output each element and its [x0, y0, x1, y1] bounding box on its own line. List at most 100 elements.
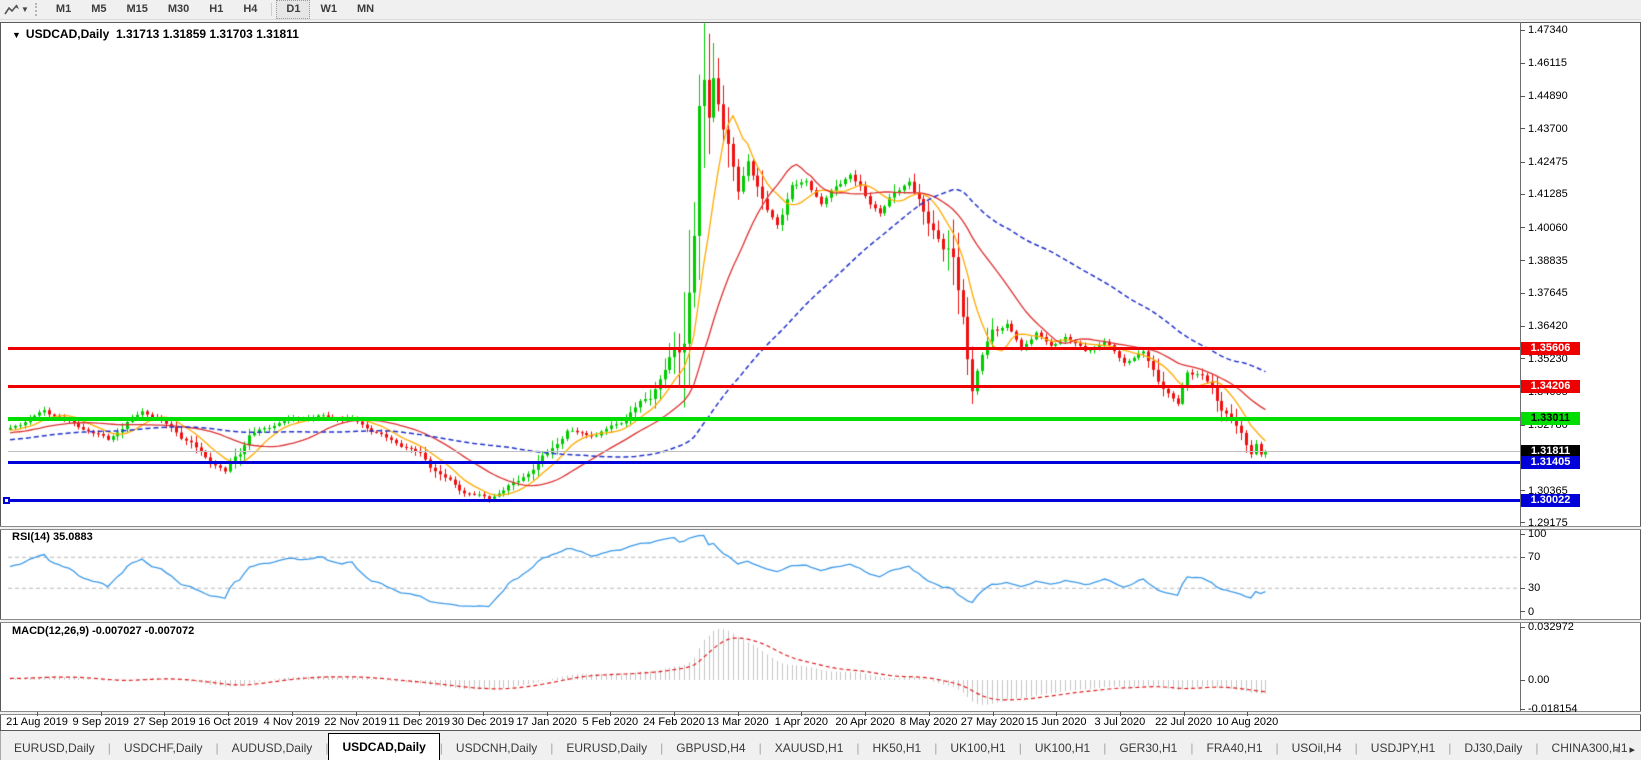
price-axis-label: 1.43700: [1528, 122, 1568, 135]
date-axis-label: 30 Dec 2019: [451, 716, 515, 728]
date-axis-label: 20 Apr 2020: [835, 716, 895, 728]
tab-usdcnh-daily[interactable]: USDCNH,Daily: [443, 737, 550, 760]
price-axis-tick: [1520, 260, 1525, 262]
ohlc-open: 1.31713: [115, 27, 160, 41]
date-axis-label: 22 Jul 2020: [1155, 716, 1213, 728]
tab-gbpusd-h4[interactable]: GBPUSD,H4: [663, 737, 758, 760]
price-axis-border: [1520, 22, 1521, 712]
price-axis-label: 1.42475: [1528, 156, 1568, 169]
price-axis-label: 1.46115: [1528, 57, 1567, 70]
macd-label: MACD(12,26,9) -0.007027 -0.007072: [12, 625, 195, 637]
date-axis-label: 1 Apr 2020: [774, 716, 828, 728]
date-axis-label: 22 Nov 2019: [324, 716, 387, 728]
price-axis-label: 1.37645: [1528, 287, 1568, 300]
main-rsi-separator[interactable]: [0, 526, 1641, 530]
ohlc-high: 1.31859: [162, 27, 207, 41]
price-axis-label: 1.40060: [1528, 221, 1568, 234]
price-axis-tick: [1520, 522, 1525, 524]
tab-hk50-h1[interactable]: HK50,H1: [860, 737, 935, 760]
rsi-macd-separator[interactable]: [0, 619, 1641, 623]
date-axis-label: 24 Feb 2020: [643, 716, 705, 728]
date-axis-label: 16 Oct 2019: [198, 716, 259, 728]
tab-eurusd-daily[interactable]: EURUSD,Daily: [1, 737, 108, 760]
support-line[interactable]: [8, 460, 1520, 464]
rsi-axis-label: 100: [1528, 528, 1547, 540]
rsi-label: RSI(14) 35.0883: [12, 531, 93, 543]
rsi-axis-label: 30: [1528, 582, 1541, 595]
price-axis-label: 1.41285: [1528, 188, 1568, 201]
date-axis-label: 15 Jun 2020: [1025, 716, 1087, 728]
rsi-axis-tick: [1520, 611, 1525, 612]
macd-axis-label: 0.00: [1528, 674, 1550, 686]
rsi-axis-tick: [1520, 587, 1525, 589]
rsi-axis-label: 0: [1528, 605, 1535, 618]
price-axis-tick: [1520, 193, 1525, 195]
support-line[interactable]: [8, 498, 1520, 502]
tab-audusd-daily[interactable]: AUDUSD,Daily: [219, 737, 326, 760]
tab-uk100-h1[interactable]: UK100,H1: [937, 737, 1018, 760]
price-axis-tick: [1520, 358, 1525, 360]
price-axis-tick: [1520, 95, 1525, 97]
resistance-line[interactable]: [8, 384, 1520, 388]
chart-canvas[interactable]: [0, 0, 1641, 760]
price-axis-tick: [1520, 292, 1525, 294]
rsi-axis-label: 70: [1528, 551, 1541, 564]
price-axis-label: 1.36420: [1528, 320, 1568, 333]
price-axis-label: 1.44890: [1528, 90, 1568, 103]
price-axis-tick: [1520, 128, 1525, 130]
date-axis-label: 21 Aug 2019: [6, 716, 68, 728]
price-axis-tick: [1520, 227, 1525, 229]
mt4-terminal: ▼ M1M5M15M30H1H4D1W1MN ▼USDCAD,Daily 1.3…: [0, 0, 1641, 760]
price-axis-tick: [1520, 490, 1525, 492]
tab-dj30-daily[interactable]: DJ30,Daily: [1451, 737, 1535, 760]
macd-axis-tick: [1520, 708, 1525, 710]
price-axis-label: 1.38835: [1528, 254, 1568, 267]
tab-scroll-left-icon[interactable]: ◂: [1614, 743, 1620, 756]
date-axis-label: 10 Aug 2020: [1216, 716, 1279, 728]
tab-fra40-h1[interactable]: FRA40,H1: [1193, 737, 1275, 760]
price-axis-label: 1.47340: [1528, 24, 1568, 36]
price-axis-tick: [1520, 161, 1525, 163]
chart-context-arrow-icon[interactable]: ▼: [12, 30, 21, 40]
date-axis-label: 27 May 2020: [960, 716, 1025, 728]
macd-axis-label: -0.018154: [1528, 703, 1578, 716]
rsi-axis-tick: [1520, 556, 1525, 558]
price-axis-tick: [1520, 29, 1525, 31]
date-axis-label: 13 Mar 2020: [706, 716, 769, 728]
macd-axis-label: 0.032972: [1528, 621, 1574, 634]
ohlc-low: 1.31703: [209, 27, 253, 41]
date-axis-label: 8 May 2020: [900, 716, 958, 728]
price-tag-133011: 1.33011: [1521, 412, 1580, 426]
date-axis-label: 11 Dec 2019: [388, 716, 450, 728]
date-axis-label: 5 Feb 2020: [582, 716, 639, 728]
line-drag-handle[interactable]: [3, 496, 10, 504]
price-axis-tick: [1520, 325, 1525, 327]
support-line[interactable]: [8, 416, 1520, 421]
price-tag-130022: 1.30022: [1521, 493, 1580, 507]
chart-symbol: USDCAD,Daily: [25, 27, 110, 41]
macd-axis-tick: [1520, 679, 1525, 681]
tab-usdchf-daily[interactable]: USDCHF,Daily: [111, 737, 216, 760]
tab-scroll-right-icon[interactable]: ▸: [1629, 743, 1635, 756]
rsi-axis-tick: [1520, 533, 1525, 535]
macd-axis-tick: [1520, 626, 1525, 628]
chart-tabs: EURUSD,Daily | USDCHF,Daily | AUDUSD,Daily | U…: [1, 733, 1641, 760]
tab-usdcad-daily[interactable]: USDCAD,Daily: [328, 733, 440, 760]
tab-usdjpy-h1[interactable]: USDJPY,H1: [1358, 737, 1448, 760]
resistance-line[interactable]: [8, 346, 1520, 350]
macd-date-separator: [0, 711, 1641, 715]
price-axis-tick: [1520, 62, 1525, 64]
tab-eurusd-daily[interactable]: EURUSD,Daily: [553, 737, 660, 760]
date-axis-label: 4 Nov 2019: [263, 716, 320, 728]
price-tag-135606: 1.35606: [1521, 341, 1580, 355]
tab-ger30-h1[interactable]: GER30,H1: [1106, 737, 1190, 760]
chart-title: ▼ USDCAD,Daily 1.31713 1.31859 1.31703 1.…: [12, 27, 299, 41]
date-axis-label: 17 Jan 2020: [516, 716, 577, 728]
date-axis-label: 9 Sep 2019: [72, 716, 129, 728]
tab-uk100-h1[interactable]: UK100,H1: [1022, 737, 1103, 760]
chart-tab-bar: EURUSD,Daily | USDCHF,Daily | AUDUSD,Daily | U…: [0, 731, 1641, 760]
tab-xauusd-h1[interactable]: XAUUSD,H1: [762, 737, 857, 760]
tab-scroll-buttons: ◂ ▸: [1614, 743, 1635, 756]
date-axis-label: 3 Jul 2020: [1094, 716, 1146, 728]
tab-usoil-h4[interactable]: USOil,H4: [1279, 737, 1355, 760]
